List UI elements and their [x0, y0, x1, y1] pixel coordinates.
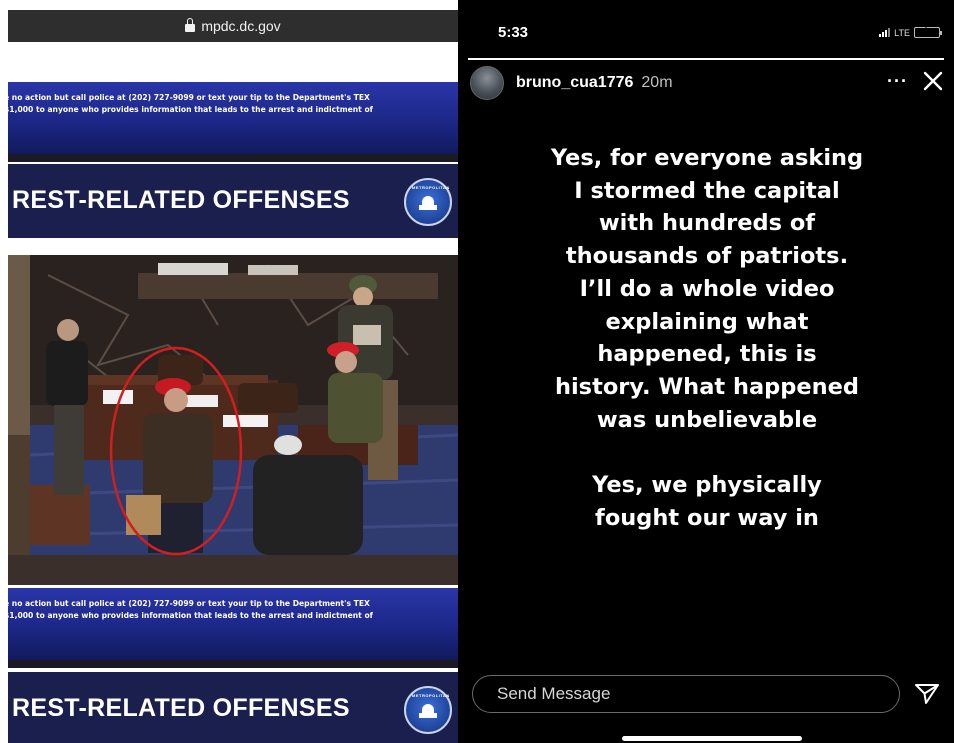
police-badge-icon: METROPOLITAN: [404, 178, 452, 226]
mpdc-webpage-panel: mpdc.dc.gov e no action but call police …: [0, 0, 458, 743]
story-line-spacer: [484, 436, 930, 469]
banner-divider-bottom: [8, 660, 458, 668]
story-time-ago: 20m: [641, 74, 673, 91]
screenshot-composite: mpdc.dc.gov e no action but call police …: [0, 0, 954, 743]
story-line: with hundreds of: [598, 210, 816, 237]
story-line: fought our way in: [595, 504, 819, 531]
tip-banner-top: e no action but call police at (202) 727…: [8, 82, 458, 154]
police-badge-icon-bottom: METROPOLITAN: [404, 686, 452, 734]
url-text: mpdc.dc.gov: [201, 18, 281, 34]
status-time: 5:33: [498, 24, 529, 41]
signal-icon: [879, 28, 891, 37]
story-line: thousands of patriots.: [565, 243, 849, 270]
story-username[interactable]: bruno_cua1776: [516, 74, 633, 92]
offense-banner-top: REST-RELATED OFFENSES METROPOLITAN: [8, 164, 458, 238]
avatar[interactable]: [470, 66, 504, 100]
tip-line-1: e no action but call police at (202) 727…: [8, 93, 370, 102]
ellipsis-icon[interactable]: ···: [887, 71, 908, 92]
capitol-senate-photo: [8, 255, 458, 585]
close-icon[interactable]: [922, 70, 944, 92]
offense-banner-bottom: REST-RELATED OFFENSES METROPOLITAN: [8, 672, 458, 743]
tip-line-2-repeat: $1,000 to anyone who provides informatio…: [8, 611, 373, 620]
story-progress-segment: [468, 58, 944, 60]
offense-heading-repeat: REST-RELATED OFFENSES: [12, 694, 350, 722]
paper-plane-icon[interactable]: [914, 682, 940, 706]
send-message-placeholder: Send Message: [497, 684, 611, 703]
story-line: Yes, for everyone asking: [550, 145, 864, 171]
story-line: explaining what: [605, 308, 809, 335]
story-line: was unbelievable: [596, 406, 818, 433]
story-line: happened, this is: [597, 341, 817, 368]
story-line: I stormed the capital: [574, 177, 840, 204]
story-text: Yes, for everyone asking I stormed the c…: [484, 142, 930, 534]
tip-banner-bottom: e no action but call police at (202) 727…: [8, 588, 458, 660]
story-line: history. What happened: [554, 373, 860, 400]
banner-divider: [8, 154, 458, 162]
send-message-input[interactable]: Send Message: [472, 675, 900, 713]
story-progress: [468, 58, 944, 60]
network-label: LTE: [894, 27, 910, 38]
status-indicators: LTE: [879, 27, 942, 38]
story-header: bruno_cua1776 20m ···: [470, 66, 948, 100]
offense-heading: REST-RELATED OFFENSES: [12, 186, 350, 214]
lock-icon: [185, 18, 196, 32]
photo-illustration: [8, 255, 458, 585]
tip-line-1-repeat: e no action but call police at (202) 727…: [8, 599, 370, 608]
tip-line-2: $1,000 to anyone who provides informatio…: [8, 105, 373, 114]
home-indicator[interactable]: [622, 736, 802, 741]
story-line: Yes, we physically: [592, 472, 822, 499]
story-line: I’ll do a whole video: [579, 275, 835, 302]
battery-icon: [914, 27, 942, 38]
instagram-story-panel: 5:33 LTE bruno_cua1776 20m ··· Yes, for …: [458, 0, 954, 743]
browser-address-bar[interactable]: mpdc.dc.gov: [8, 10, 458, 42]
